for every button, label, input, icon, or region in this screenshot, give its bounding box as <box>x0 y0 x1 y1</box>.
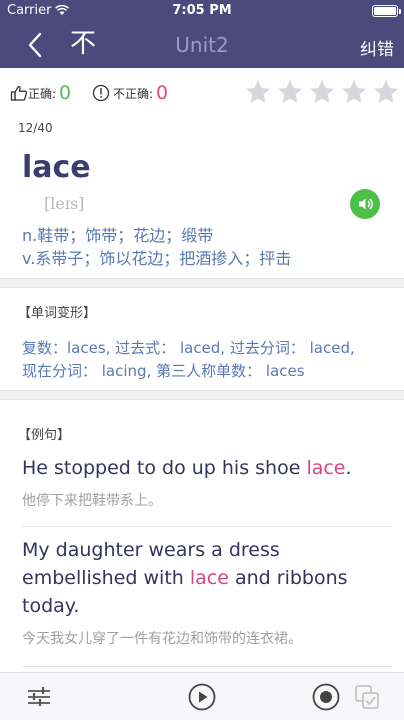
example-english: He stopped to do up his shoe lace. <box>22 454 386 482</box>
example-sentence[interactable]: He stopped to do up his shoe lace. 他停下来把… <box>22 454 386 510</box>
bottom-toolbar <box>0 672 404 720</box>
star-rating[interactable] <box>244 78 400 106</box>
play-icon[interactable] <box>187 682 217 712</box>
phonetic: [leɪs] <box>44 194 85 213</box>
star-icon[interactable] <box>276 78 304 106</box>
example-sentence[interactable]: My daughter wears a dress embellished wi… <box>22 536 386 648</box>
clock: 7:05 PM <box>172 3 232 18</box>
record-icon[interactable] <box>311 682 341 712</box>
battery-icon <box>372 5 401 17</box>
word-progress: 12/40 <box>18 121 53 135</box>
section-divider <box>0 278 404 288</box>
report-error-button[interactable]: 纠错 <box>360 35 394 60</box>
score-row: 正确: 0 不正确: 0 <box>10 78 400 108</box>
section-divider <box>0 390 404 400</box>
example-separator <box>22 526 392 527</box>
page-title: Unit2 <box>175 33 229 57</box>
exclamation-circle-icon <box>92 84 110 102</box>
example-text: He stopped to do up his shoe <box>22 457 307 479</box>
example-text: . <box>345 457 352 479</box>
example-highlight: lace <box>189 567 229 589</box>
definition-verb: v.系带子；饰以花边；把酒掺入；抨击 <box>22 249 292 268</box>
star-icon[interactable] <box>308 78 336 106</box>
settings-sliders-icon[interactable] <box>24 682 54 712</box>
example-translation: 他停下来把鞋带系上。 <box>22 493 162 509</box>
word-forms-heading: 【单词变形】 <box>18 306 97 321</box>
status-bar: Carrier 7:05 PM <box>0 0 404 22</box>
definitions: n.鞋带；饰带；花边；缎带 v.系带子；饰以花边；把酒掺入；抨击 <box>22 224 291 270</box>
speaker-icon <box>359 198 373 210</box>
example-translation: 今天我女儿穿了一件有花边和饰带的连衣裙。 <box>22 631 302 647</box>
compare-icon[interactable] <box>352 682 382 712</box>
word-forms-line: 复数：laces, 过去式： laced, 过去分词： laced, <box>22 339 355 357</box>
pronunciation-button[interactable] <box>350 189 380 219</box>
correct-count: 0 <box>59 82 72 104</box>
example-separator <box>22 666 392 667</box>
star-icon[interactable] <box>372 78 400 106</box>
example-english: My daughter wears a dress embellished wi… <box>22 536 386 620</box>
navigation-bar: 不 Unit2 纠错 <box>0 22 404 68</box>
thumbs-up-icon <box>10 85 28 101</box>
example-highlight: lace <box>306 457 346 479</box>
word-detail-screen: Carrier 7:05 PM 不 Unit2 纠错 正确: 0 不正确: 0 … <box>0 0 404 720</box>
word-forms: 复数：laces, 过去式： laced, 过去分词： laced, 现在分词：… <box>22 337 392 383</box>
star-icon[interactable] <box>244 78 272 106</box>
wrong-score: 不正确: 0 <box>92 82 168 104</box>
wrong-label: 不正确: <box>113 86 154 101</box>
correct-label: 正确: <box>28 86 57 101</box>
definition-noun: n.鞋带；饰带；花边；缎带 <box>22 226 214 245</box>
headword: lace <box>22 150 91 185</box>
correct-score: 正确: 0 <box>10 82 71 104</box>
star-icon[interactable] <box>340 78 368 106</box>
wrong-count: 0 <box>156 82 169 104</box>
examples-heading: 【例句】 <box>18 428 71 443</box>
word-forms-line: 现在分词： lacing, 第三人称单数： laces <box>22 362 305 380</box>
